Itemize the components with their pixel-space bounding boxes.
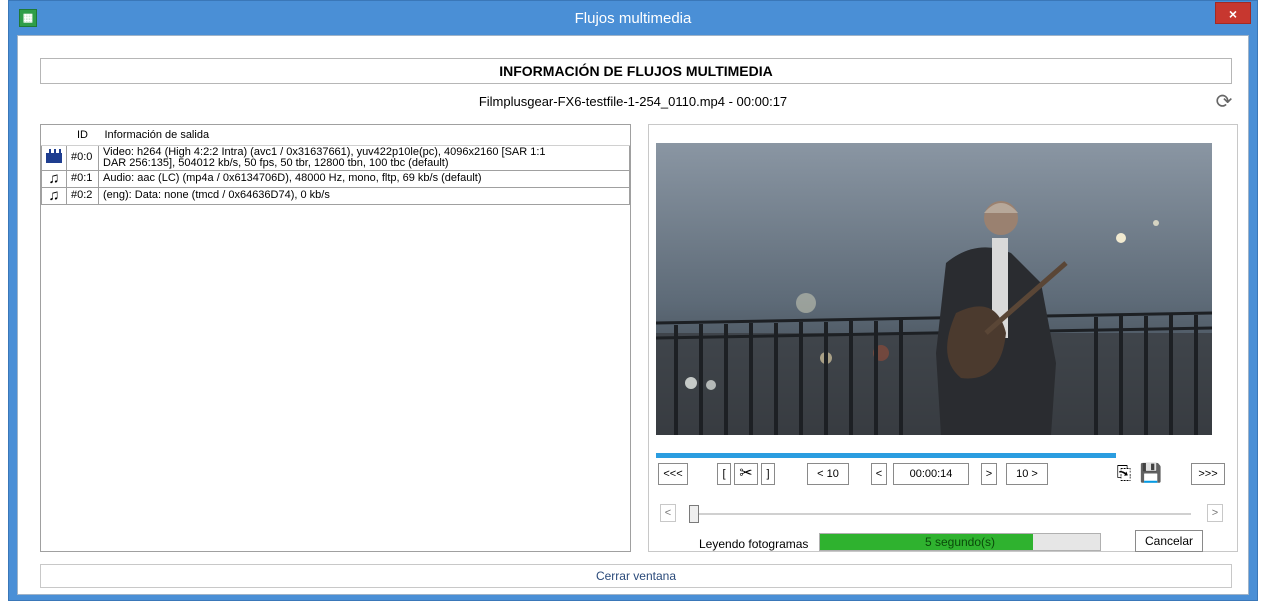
back-10-button[interactable]: < 10 xyxy=(807,463,849,485)
video-preview xyxy=(656,143,1212,435)
streams-table-panel: ID Información de salida #0:0 Video: h26… xyxy=(40,124,631,552)
header-output-info: Información de salida xyxy=(98,125,630,146)
playback-progress-bar[interactable] xyxy=(656,453,1116,458)
stream-info-line: Video: h264 (High 4:2:2 Intra) (avc1 / 0… xyxy=(103,145,546,158)
header-icon-col xyxy=(41,125,67,146)
stream-id: #0:0 xyxy=(66,144,99,171)
back-1-button[interactable]: < xyxy=(871,463,887,485)
save-icon[interactable]: 💾 xyxy=(1139,463,1163,485)
forward-10-button[interactable]: 10 > xyxy=(1006,463,1048,485)
close-button[interactable]: × xyxy=(1215,2,1251,24)
audio-icon: ♫ xyxy=(41,169,67,188)
reading-progress-text: 5 segundo(s) xyxy=(924,535,996,549)
table-row[interactable]: ♫ #0:2 (eng): Data: none (tmcd / 0x64636… xyxy=(41,186,630,205)
stream-info-line: DAR 256:135], 504012 kb/s, 50 fps, 50 tb… xyxy=(103,156,449,169)
stream-info: Audio: aac (LC) (mp4a / 0x6134706D), 480… xyxy=(98,169,630,188)
close-window-button[interactable]: Cerrar ventana xyxy=(40,564,1232,588)
forward-1-button[interactable]: > xyxy=(981,463,997,485)
refresh-icon[interactable]: ⟳ xyxy=(1214,92,1234,112)
copy-icon[interactable]: ⎘ xyxy=(1112,463,1136,485)
file-info: Filmplusgear-FX6-testfile-1-254_0110.mp4… xyxy=(478,94,788,109)
frame-slider-track[interactable] xyxy=(691,513,1191,515)
streams-table: ID Información de salida #0:0 Video: h26… xyxy=(41,125,630,205)
section-title: INFORMACIÓN DE FLUJOS MULTIMEDIA xyxy=(40,58,1232,84)
stream-info: Video: h264 (High 4:2:2 Intra) (avc1 / 0… xyxy=(98,144,630,171)
reading-frames-label: Leyendo fotogramas xyxy=(699,537,809,551)
time-input[interactable]: 00:00:14 xyxy=(893,463,969,485)
audio-icon: ♫ xyxy=(41,186,67,205)
scroll-left-button[interactable]: < xyxy=(660,504,676,522)
first-frame-button[interactable]: <<< xyxy=(658,463,688,485)
table-row[interactable]: #0:0 Video: h264 (High 4:2:2 Intra) (avc… xyxy=(41,144,630,171)
last-frame-button[interactable]: >>> xyxy=(1191,463,1225,485)
table-row[interactable]: ♫ #0:1 Audio: aac (LC) (mp4a / 0x6134706… xyxy=(41,169,630,188)
cancel-button[interactable]: Cancelar xyxy=(1135,530,1203,552)
mark-out-button[interactable]: ] xyxy=(761,463,775,485)
stream-info: (eng): Data: none (tmcd / 0x64636D74), 0… xyxy=(98,186,630,205)
video-icon xyxy=(41,144,67,171)
stream-id: #0:1 xyxy=(66,169,99,188)
mark-in-button[interactable]: [ xyxy=(717,463,731,485)
cut-icon[interactable]: ✂ xyxy=(734,463,758,485)
title-bar[interactable]: ▦ Flujos multimedia × xyxy=(9,1,1257,35)
video-frame xyxy=(656,143,1212,435)
table-header: ID Información de salida xyxy=(41,125,630,146)
header-id: ID xyxy=(66,125,99,146)
window-title: Flujos multimedia xyxy=(574,10,692,27)
frame-slider-thumb[interactable] xyxy=(689,505,699,523)
stream-id: #0:2 xyxy=(66,186,99,205)
scroll-right-button[interactable]: > xyxy=(1207,504,1223,522)
preview-panel: <<< [ ✂ ] < 10 < 00:00:14 > 10 > ⎘ 💾 >>>… xyxy=(648,124,1238,552)
media-streams-window: ▦ Flujos multimedia × INFORMACIÓN DE FLU… xyxy=(8,0,1258,601)
reading-progress-bar: 5 segundo(s) xyxy=(819,533,1101,551)
dialog-content: INFORMACIÓN DE FLUJOS MULTIMEDIA Filmplu… xyxy=(17,35,1249,595)
